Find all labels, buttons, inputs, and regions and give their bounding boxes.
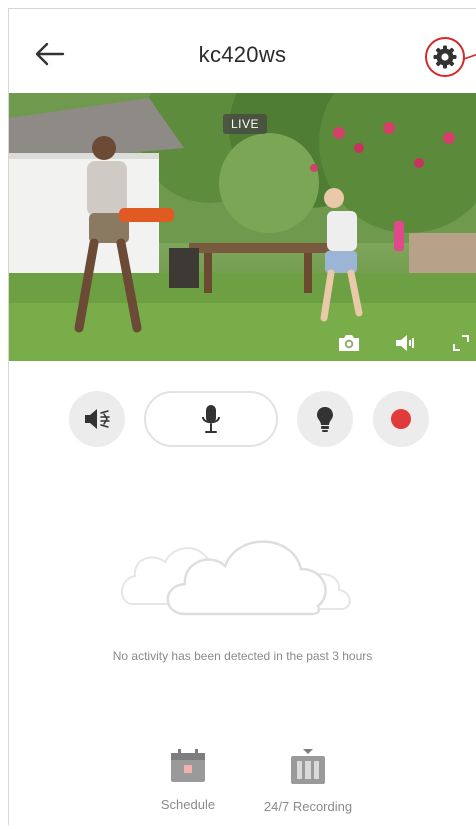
cloud-icon <box>120 540 351 616</box>
schedule-tab[interactable]: Schedule <box>133 749 243 812</box>
recording-label: 24/7 Recording <box>263 799 353 814</box>
bottom-bar: Schedule 24/7 Recording <box>9 749 476 829</box>
page-title: kc420ws <box>198 42 287 67</box>
fullscreen-icon <box>453 335 469 351</box>
timeline-recording-icon <box>291 749 325 784</box>
calendar-icon <box>171 749 205 782</box>
microphone-icon <box>202 405 220 433</box>
light-toggle-button[interactable] <box>297 391 353 447</box>
callout-line <box>464 53 476 60</box>
header: kc420ws <box>9 9 476 93</box>
camera-controls <box>9 391 476 451</box>
record-icon <box>391 409 411 429</box>
speaker-mute-icon <box>85 409 110 429</box>
live-badge: LIVE <box>223 114 268 134</box>
activity-empty-state: No activity has been detected in the pas… <box>9 514 476 663</box>
video-volume-button[interactable] <box>391 331 419 355</box>
record-button[interactable] <box>373 391 429 447</box>
recording-tab[interactable]: 24/7 Recording <box>253 749 363 814</box>
camera-icon <box>339 335 359 351</box>
snapshot-button[interactable] <box>335 331 363 355</box>
empty-activity-message: No activity has been detected in the pas… <box>112 649 373 663</box>
schedule-label: Schedule <box>160 797 216 812</box>
speaker-toggle-button[interactable] <box>69 391 125 447</box>
live-video-feed[interactable]: LIVE <box>9 93 476 361</box>
app-screen: kc420ws LIVE No activity has been detect… <box>8 8 476 825</box>
speaker-icon <box>396 335 414 351</box>
talk-button[interactable] <box>144 391 278 447</box>
light-bulb-icon <box>317 407 333 432</box>
fullscreen-button[interactable] <box>447 331 475 355</box>
gear-icon <box>433 45 457 69</box>
settings-button[interactable] <box>425 37 465 77</box>
